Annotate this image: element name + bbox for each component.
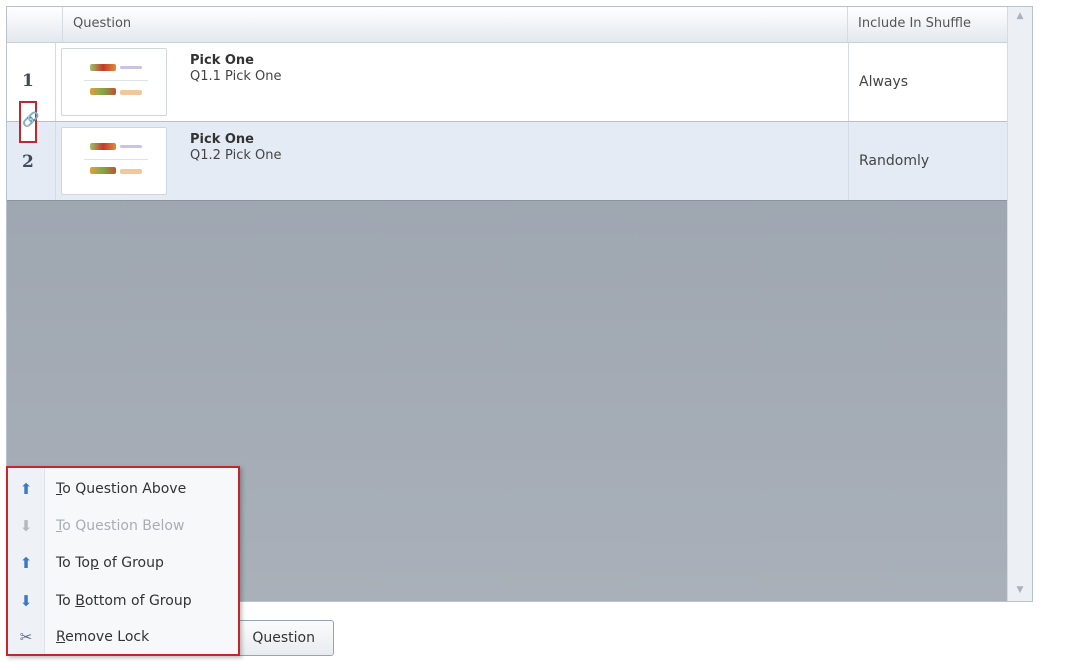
move-down-icon: ⬇ xyxy=(19,517,33,535)
menu-item-label: To Top of Group xyxy=(56,555,164,571)
question-title: Pick One xyxy=(190,132,254,147)
column-header-question[interactable]: Question xyxy=(62,7,848,42)
question-cell[interactable]: Pick One Q1.2 Pick One xyxy=(55,122,849,200)
menu-item-label: Remove Lock xyxy=(56,629,150,645)
menu-item-label: To Bottom of Group xyxy=(56,593,192,609)
column-header-include-in-shuffle[interactable]: Include In Shuffle xyxy=(847,7,1008,42)
menu-item-to-question-above[interactable]: ⬆ To Question Above xyxy=(8,472,238,506)
menu-item-to-bottom-of-group[interactable]: ⬇ To Bottom of Group xyxy=(8,584,238,618)
unlock-icon: ✂ xyxy=(19,628,33,646)
menu-item-to-top-of-group[interactable]: ⬆ To Top of Group xyxy=(8,546,238,580)
chain-link-icon[interactable]: 🔗 xyxy=(22,112,39,128)
question-subtitle: Q1.2 Pick One xyxy=(190,148,282,163)
menu-item-label: To Question Below xyxy=(56,518,185,534)
question-thumbnail xyxy=(61,127,167,195)
lock-highlight[interactable]: 🔗 xyxy=(19,101,39,143)
row-number: 1 xyxy=(22,71,34,91)
table-row[interactable]: 1 Pick One Q1.1 Pick One Always xyxy=(7,43,1008,122)
move-bottom-icon: ⬇ xyxy=(19,592,33,610)
scroll-down-arrow-icon[interactable]: ▼ xyxy=(1008,585,1032,595)
grid-header: Question Include In Shuffle xyxy=(7,7,1032,43)
row-number: 2 xyxy=(22,152,34,172)
question-title: Pick One xyxy=(190,53,254,68)
scroll-up-arrow-icon[interactable]: ▲ xyxy=(1008,11,1032,21)
question-cell[interactable]: Pick One Q1.1 Pick One xyxy=(55,43,849,121)
move-top-icon: ⬆ xyxy=(19,554,33,572)
lock-context-menu: ⬆ To Question Above ⬇ To Question Below … xyxy=(6,466,240,656)
question-thumbnail xyxy=(61,48,167,116)
menu-item-remove-lock[interactable]: ✂ Remove Lock xyxy=(8,620,238,654)
shuffle-cell[interactable]: Always xyxy=(859,74,908,90)
shuffle-cell[interactable]: Randomly xyxy=(859,153,929,169)
move-up-icon: ⬆ xyxy=(19,480,33,498)
menu-item-label: To Question Above xyxy=(56,481,187,497)
menu-item-to-question-below[interactable]: ⬇ To Question Below xyxy=(8,509,238,543)
table-row[interactable]: 2 Pick One Q1.2 Pick One Randomly xyxy=(7,122,1008,201)
question-subtitle: Q1.1 Pick One xyxy=(190,69,282,84)
vertical-scrollbar[interactable]: ▲ ▼ xyxy=(1007,7,1032,601)
question-button[interactable]: Question xyxy=(230,620,334,656)
